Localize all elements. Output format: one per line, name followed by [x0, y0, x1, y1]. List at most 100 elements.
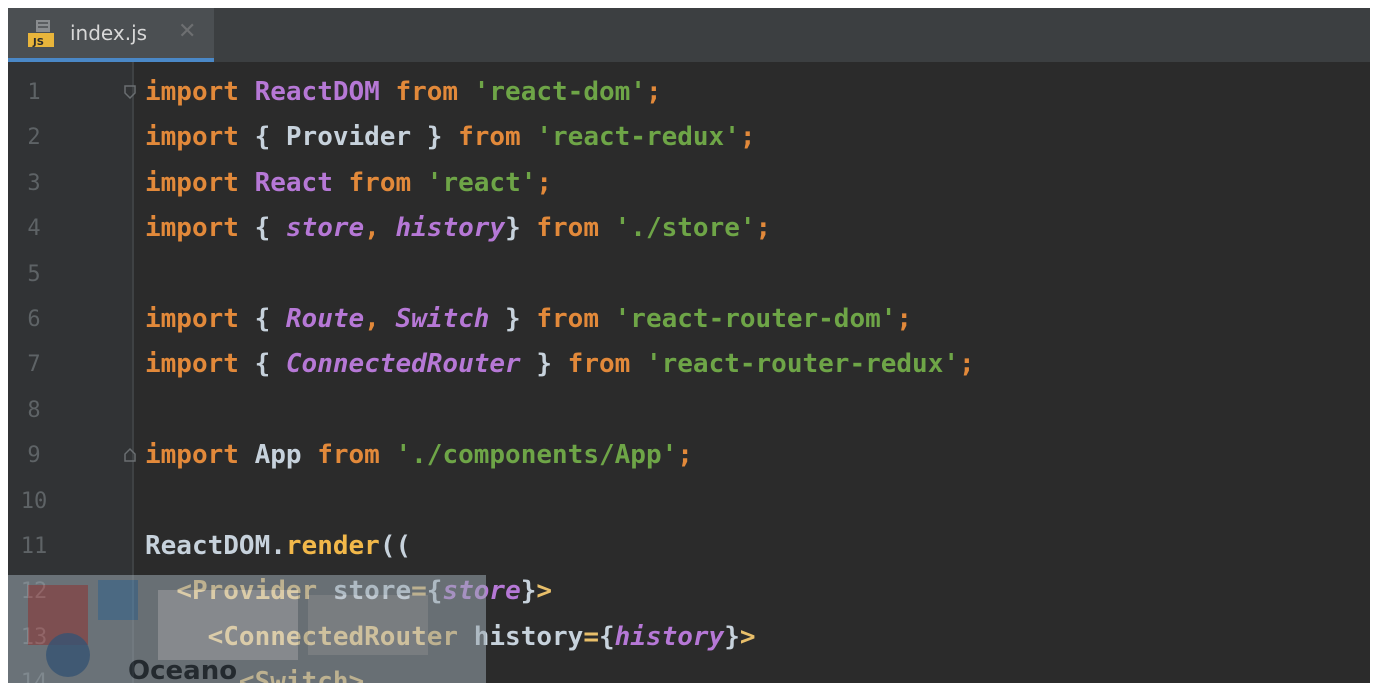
- code-token: ReactDOM: [145, 531, 271, 561]
- tab-filename: index.js: [70, 21, 148, 45]
- code-token: import: [145, 213, 239, 244]
- code-token: }: [520, 349, 568, 380]
- code-token: }: [489, 304, 537, 334]
- code-token: {: [238, 122, 286, 153]
- line-number: 12: [20, 579, 48, 605]
- code-line[interactable]: import React from 'react';: [145, 161, 552, 206]
- code-line[interactable]: import { store, history} from './store';: [145, 206, 771, 251]
- code-line[interactable]: import { ConnectedRouter } from 'react-r…: [145, 342, 975, 387]
- line-number: 2: [27, 125, 41, 151]
- code-token: >: [739, 621, 756, 652]
- code-token: Switch: [395, 304, 490, 334]
- code-token: history: [614, 621, 725, 652]
- code-token: from: [536, 213, 599, 244]
- code-token: from: [317, 440, 380, 471]
- svg-text:JS: JS: [32, 37, 44, 48]
- code-token: 'react-redux': [536, 122, 740, 153]
- code-editor[interactable]: 1 2 3 4 5 6 7 8 9 10 11 12 13 14 import ReactDOM from…: [8, 62, 1370, 683]
- code-token: }: [411, 122, 459, 153]
- code-token: ;: [536, 167, 553, 198]
- code-token: import: [145, 304, 239, 334]
- code-token: {: [598, 621, 615, 652]
- line-number: 9: [27, 443, 41, 469]
- code-token: ;: [959, 349, 975, 380]
- code-token: .: [270, 531, 286, 561]
- code-line[interactable]: import App from './components/App';: [145, 433, 693, 478]
- code-line[interactable]: import { Route, Switch } from 'react-rou…: [145, 297, 912, 342]
- line-number: 10: [20, 488, 48, 514]
- line-number: 5: [27, 261, 41, 287]
- code-token: ((: [379, 531, 412, 561]
- code-token: ,: [364, 304, 396, 334]
- code-line[interactable]: <ConnectedRouter history={history}>: [145, 615, 756, 660]
- code-token: }: [505, 213, 537, 244]
- code-line[interactable]: ReactDOM.render((: [145, 524, 411, 569]
- code-token: history: [473, 621, 584, 652]
- line-number: 13: [20, 624, 48, 650]
- code-token: 'react-router-dom': [614, 304, 897, 334]
- gutter-divider: [132, 62, 134, 683]
- code-token: from: [348, 167, 412, 198]
- code-token: {: [238, 304, 286, 334]
- fold-marker-icon[interactable]: [122, 84, 138, 100]
- line-number: 6: [27, 307, 41, 332]
- line-number: 4: [27, 216, 41, 242]
- code-token: 'react-router-redux': [645, 349, 960, 380]
- code-token: <Switch>: [238, 667, 365, 683]
- code-token: from: [536, 304, 599, 334]
- code-token: ;: [739, 122, 756, 153]
- code-token: {: [238, 349, 286, 380]
- close-icon[interactable]: ✕: [178, 19, 196, 44]
- line-number: 7: [27, 352, 41, 378]
- code-token: =: [583, 621, 599, 652]
- code-token: from: [567, 349, 631, 380]
- code-token: App: [254, 440, 302, 471]
- code-token: import: [145, 349, 239, 380]
- code-line[interactable]: import ReactDOM from 'react-dom';: [145, 70, 662, 115]
- code-token: 'react-dom': [473, 77, 646, 107]
- tab-index-js[interactable]: JS index.js ✕: [8, 8, 214, 62]
- code-token: Provider: [285, 122, 412, 153]
- code-token: React: [254, 167, 333, 198]
- code-line[interactable]: <Switch>: [145, 660, 364, 683]
- code-token: render: [285, 531, 380, 561]
- code-token: store: [285, 213, 365, 244]
- code-line[interactable]: <Provider store={store}>: [145, 569, 552, 614]
- line-number: 14: [20, 670, 48, 683]
- line-number: 11: [20, 534, 48, 559]
- code-token: './components/App': [395, 440, 678, 471]
- code-token: history: [395, 213, 506, 244]
- code-line[interactable]: import { Provider } from 'react-redux';: [145, 115, 756, 160]
- js-file-icon: JS: [28, 20, 54, 48]
- code-token: {: [426, 576, 443, 607]
- code-token: Route: [285, 304, 365, 334]
- fold-marker-icon[interactable]: [122, 447, 138, 463]
- code-token: from: [395, 77, 459, 107]
- code-token: './store': [614, 213, 756, 244]
- code-token: 'react': [426, 167, 537, 198]
- ide-window: JS index.js ✕ 1 2 3 4 5 6 7 8 9 10 11 12 13 14 import…: [8, 8, 1370, 683]
- code-token: ConnectedRouter: [285, 349, 521, 380]
- code-token: ;: [896, 304, 913, 334]
- line-number: 8: [27, 397, 41, 423]
- code-token: }: [724, 621, 740, 652]
- code-token: ;: [677, 440, 693, 471]
- code-token: ;: [755, 213, 772, 244]
- line-number-gutter: 1 2 3 4 5 6 7 8 9 10 11 12 13 14: [8, 62, 132, 683]
- line-number: 3: [27, 170, 41, 196]
- code-token: store: [442, 576, 521, 607]
- code-token: <Provider: [176, 576, 318, 607]
